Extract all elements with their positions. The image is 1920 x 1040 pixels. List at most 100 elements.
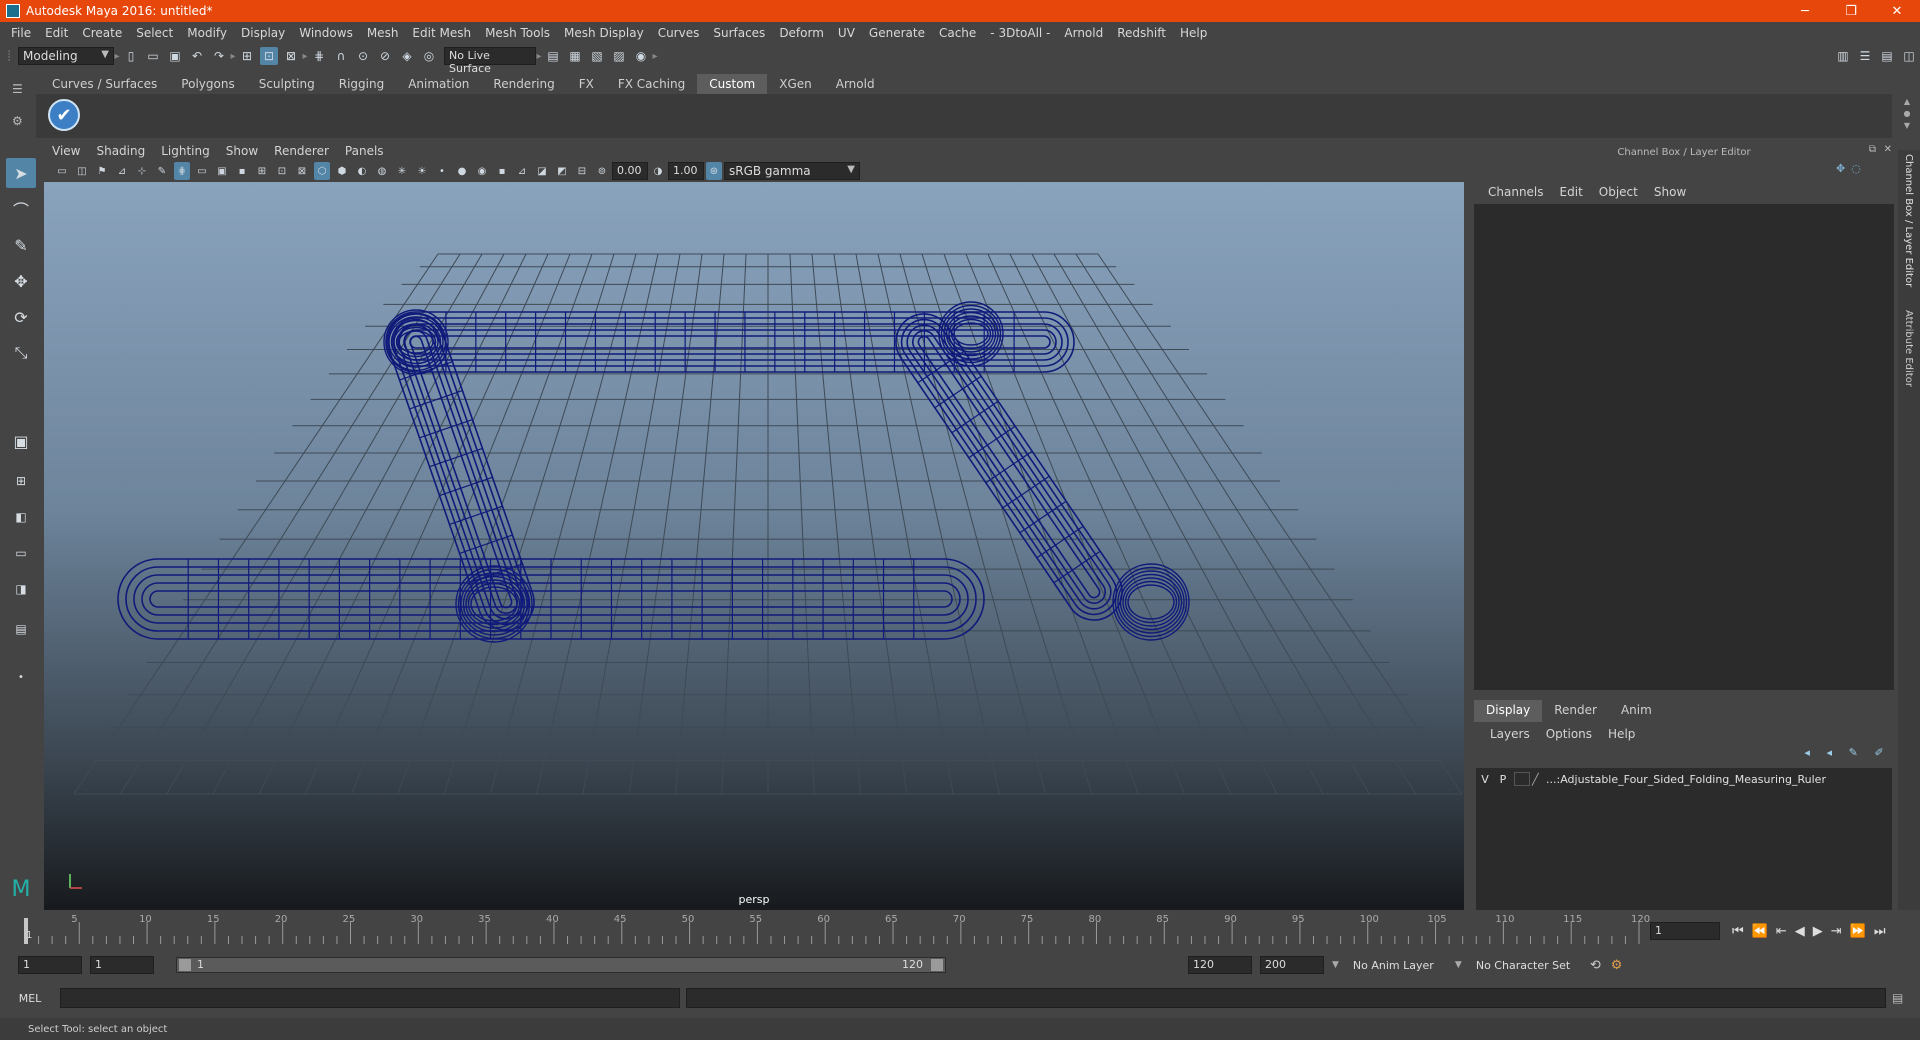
new-layer-selected-icon[interactable]: ✐ xyxy=(1874,746,1883,764)
range-start-handle[interactable] xyxy=(179,959,191,971)
bookmarks-icon[interactable]: ⚑ xyxy=(94,162,110,180)
side-tab-channel-box[interactable]: Channel Box / Layer Editor xyxy=(1903,154,1914,287)
mode-dropdown[interactable]: Modeling ▼ xyxy=(18,47,114,65)
image-plane-icon[interactable]: ⊿ xyxy=(114,162,130,180)
menu-edit-mesh[interactable]: Edit Mesh xyxy=(405,26,478,40)
layer-playback-toggle[interactable]: P xyxy=(1494,773,1512,786)
safe-action-icon[interactable]: ⊡ xyxy=(274,162,290,180)
separator-icon[interactable]: ▸ xyxy=(114,47,120,65)
tab-curves-surfaces[interactable]: Curves / Surfaces xyxy=(40,74,170,94)
single-perspective-layout-icon[interactable]: ▣ xyxy=(6,426,36,456)
menu-3dtoall[interactable]: - 3DtoAll - xyxy=(983,26,1057,40)
menu-edit[interactable]: Edit xyxy=(38,26,75,40)
tab-rigging[interactable]: Rigging xyxy=(326,74,397,94)
animation-end-field[interactable]: 200 xyxy=(1260,956,1324,974)
two-d-pan-zoom-icon[interactable]: ⊹ xyxy=(134,162,150,180)
chevron-down-icon[interactable]: ▼ xyxy=(1332,960,1339,970)
persp-outliner-layout-icon[interactable]: ◧ xyxy=(6,502,36,532)
chevron-down-icon[interactable]: ▼ xyxy=(1455,960,1462,970)
screen-space-ao-icon[interactable]: • xyxy=(434,162,450,180)
range-slider[interactable]: 1 120 xyxy=(176,957,946,973)
camera-attributes-icon[interactable]: ◫ xyxy=(74,162,90,180)
snap-view-plane-icon[interactable]: ⊘ xyxy=(376,47,394,65)
exposure-icon[interactable]: ⊚ xyxy=(594,162,610,180)
rotate-tool-icon[interactable]: ⟳ xyxy=(6,302,36,332)
film-gate-icon[interactable]: ▭ xyxy=(194,162,210,180)
menu-modify[interactable]: Modify xyxy=(180,26,234,40)
use-all-lights-icon[interactable]: ✳ xyxy=(394,162,410,180)
field-chart-icon[interactable]: ⊞ xyxy=(254,162,270,180)
ruler-wireframe-model[interactable] xyxy=(44,182,1464,910)
speed-icon[interactable]: ◌ xyxy=(1851,162,1861,180)
resolution-gate-icon[interactable]: ▣ xyxy=(214,162,230,180)
toggle-tool-settings-icon[interactable]: ◫ xyxy=(1900,47,1918,65)
menu-display[interactable]: Display xyxy=(234,26,292,40)
separator-icon[interactable]: ▸ xyxy=(652,47,658,65)
default-lighting-icon[interactable]: ◐ xyxy=(354,162,370,180)
select-component-icon[interactable]: ⊠ xyxy=(282,47,300,65)
textured-icon[interactable]: ◍ xyxy=(374,162,390,180)
channel-box-menu-show[interactable]: Show xyxy=(1646,185,1694,199)
redo-icon[interactable]: ↷ xyxy=(210,47,228,65)
menu-generate[interactable]: Generate xyxy=(862,26,932,40)
snap-grid-icon[interactable]: ⋕ xyxy=(310,47,328,65)
menu-mesh[interactable]: Mesh xyxy=(360,26,406,40)
four-view-layout-icon[interactable]: ⊞ xyxy=(6,466,36,496)
close-panel-icon[interactable]: ✕ xyxy=(1884,144,1892,155)
side-tab-attribute-editor[interactable]: Attribute Editor xyxy=(1903,310,1914,387)
menu-mesh-tools[interactable]: Mesh Tools xyxy=(478,26,557,40)
shelf-settings-icon[interactable]: ⚙ xyxy=(12,114,23,128)
hypershade-icon[interactable]: ◉ xyxy=(632,47,650,65)
command-language-label[interactable]: MEL xyxy=(0,992,60,1005)
channel-box-menu-channels[interactable]: Channels xyxy=(1480,185,1552,199)
motion-blur-icon[interactable]: ● xyxy=(454,162,470,180)
tab-fx-caching[interactable]: FX Caching xyxy=(605,74,698,94)
viewport-menu-lighting[interactable]: Lighting xyxy=(153,144,218,158)
channel-box-content[interactable] xyxy=(1474,204,1894,690)
play-forwards-icon[interactable]: ▶ xyxy=(1813,924,1823,939)
persp-uv-layout-icon[interactable]: ◨ xyxy=(6,574,36,604)
more-layouts-icon[interactable]: • xyxy=(6,662,36,692)
select-tool-icon[interactable]: ➤ xyxy=(6,158,36,188)
step-back-key-icon[interactable]: ⇤ xyxy=(1776,924,1787,939)
smooth-shade-icon[interactable]: ⬢ xyxy=(334,162,350,180)
grid-toggle-icon[interactable]: ⋕ xyxy=(174,162,190,180)
menu-mesh-display[interactable]: Mesh Display xyxy=(557,26,651,40)
layer-row[interactable]: V P ╱ ...:Adjustable_Four_Sided_Folding_… xyxy=(1476,768,1892,790)
maximize-button[interactable]: ❐ xyxy=(1828,4,1874,19)
current-frame-field[interactable]: 1 xyxy=(1650,922,1720,940)
menu-create[interactable]: Create xyxy=(75,26,129,40)
step-back-frame-icon[interactable]: ⏪ xyxy=(1752,924,1768,939)
snap-surface-icon[interactable]: ◈ xyxy=(398,47,416,65)
menu-redshift[interactable]: Redshift xyxy=(1110,26,1173,40)
view-transform-dropdown[interactable]: sRGB gamma ▼ xyxy=(724,162,860,180)
xray-joints-icon[interactable]: ◩ xyxy=(554,162,570,180)
viewport-menu-view[interactable]: View xyxy=(44,144,88,158)
gamma-field[interactable]: 1.00 xyxy=(668,162,704,180)
persp-graph-layout-icon[interactable]: ▭ xyxy=(6,538,36,568)
layer-color-swatch-icon[interactable]: ╱ xyxy=(1532,773,1546,786)
tab-animation[interactable]: Animation xyxy=(396,74,482,94)
new-empty-layer-icon[interactable]: ✎ xyxy=(1849,746,1858,764)
tab-polygons[interactable]: Polygons xyxy=(169,74,247,94)
go-to-end-icon[interactable]: ⏭ xyxy=(1874,924,1886,939)
render-settings-icon[interactable]: ▤ xyxy=(544,47,562,65)
separator-icon[interactable]: ▸ xyxy=(230,47,236,65)
snap-point-icon[interactable]: ⊙ xyxy=(354,47,372,65)
script-editor-icon[interactable]: ▤ xyxy=(1892,991,1903,1005)
animation-preferences-icon[interactable]: ⚙ xyxy=(1611,958,1623,973)
color-management-icon[interactable]: ⊛ xyxy=(706,162,722,180)
menu-surfaces[interactable]: Surfaces xyxy=(706,26,772,40)
xray-components-icon[interactable]: ⊟ xyxy=(574,162,590,180)
anti-aliasing-icon[interactable]: ◉ xyxy=(474,162,490,180)
workspace-icon[interactable]: ▥ xyxy=(1834,47,1852,65)
channel-box-menu-object[interactable]: Object xyxy=(1591,185,1646,199)
minimize-button[interactable]: ─ xyxy=(1782,4,1828,19)
tab-display[interactable]: Display xyxy=(1474,700,1543,722)
character-set-dropdown[interactable]: No Character Set xyxy=(1476,959,1586,972)
outliner-layout-icon[interactable]: ▤ xyxy=(6,614,36,644)
viewport-menu-shading[interactable]: Shading xyxy=(88,144,153,158)
play-backwards-icon[interactable]: ◀ xyxy=(1795,924,1805,939)
select-camera-icon[interactable]: ▭ xyxy=(54,162,70,180)
viewport-menu-renderer[interactable]: Renderer xyxy=(266,144,337,158)
